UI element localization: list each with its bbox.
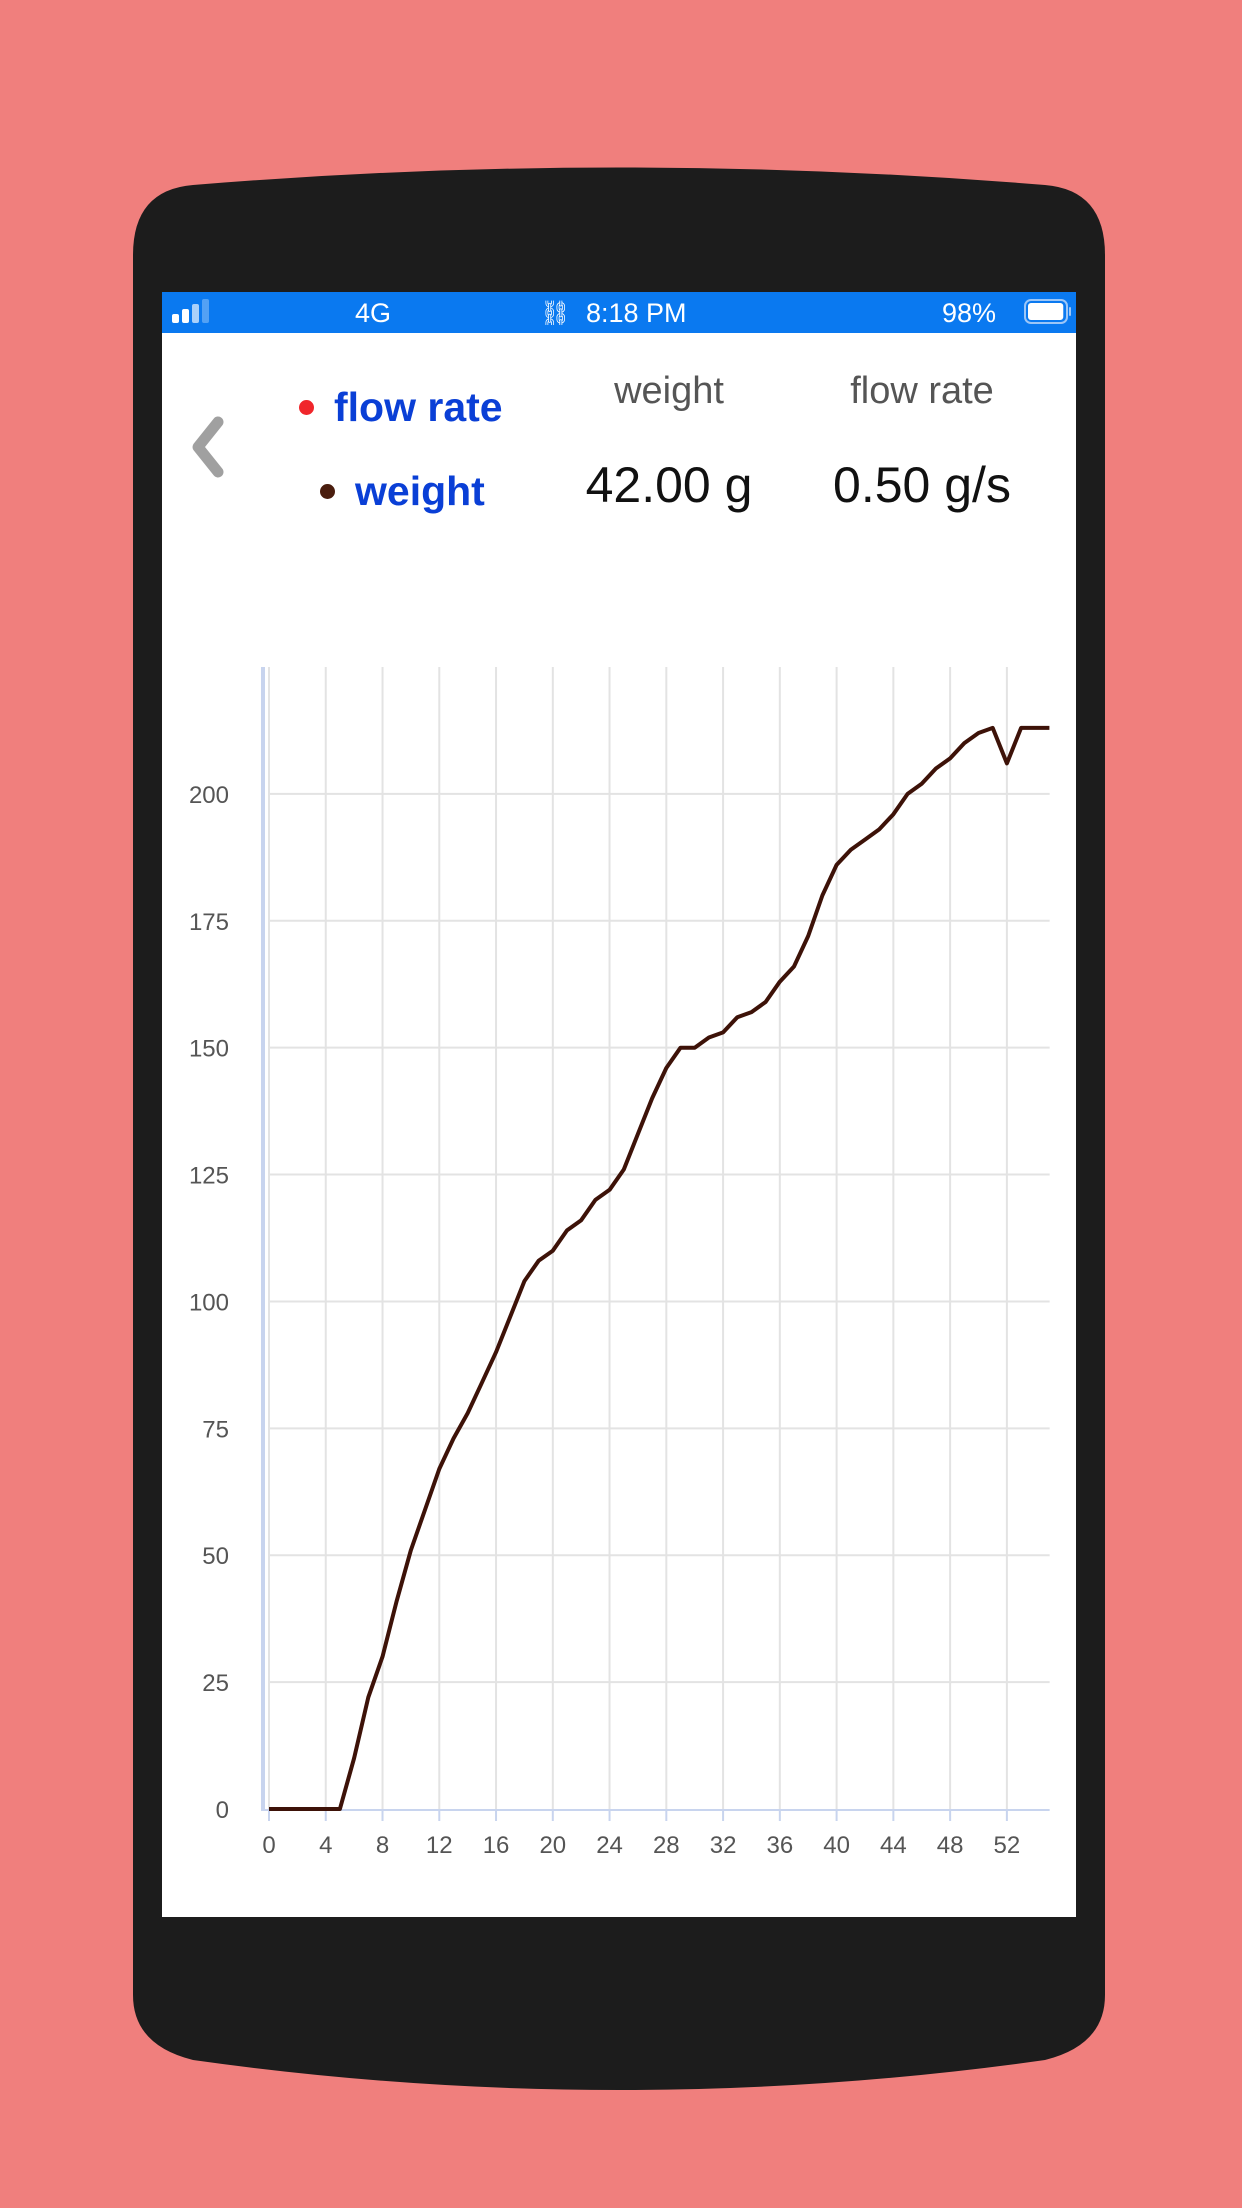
x-tick-label: 44 — [880, 1832, 907, 1859]
x-tick-label: 40 — [823, 1832, 850, 1859]
x-tick-label: 24 — [596, 1832, 623, 1859]
x-tick-label: 28 — [653, 1832, 680, 1859]
y-tick-label: 150 — [189, 1036, 229, 1063]
x-tick-label: 36 — [766, 1832, 793, 1859]
y-tick-label: 50 — [202, 1543, 229, 1570]
x-tick-label: 48 — [937, 1832, 964, 1859]
x-tick-label: 8 — [376, 1832, 389, 1859]
y-tick-label: 175 — [189, 909, 229, 936]
y-tick-label: 125 — [189, 1163, 229, 1190]
x-tick-label: 20 — [539, 1832, 566, 1859]
y-tick-label: 25 — [202, 1670, 229, 1697]
y-tick-label: 0 — [216, 1797, 229, 1824]
x-tick-label: 32 — [710, 1832, 737, 1859]
app-screen: 4G ⛓ 8:18 PM 98% flow rate weight weight… — [162, 292, 1076, 1917]
x-tick-label: 0 — [262, 1832, 275, 1859]
weight-chart: 02550751001251501752000 4 8 12 16 20 24 28 32 36 4… — [189, 667, 1050, 1859]
y-tick-label: 200 — [189, 782, 229, 809]
x-tick-label: 12 — [426, 1832, 453, 1859]
y-tick-label: 75 — [202, 1416, 229, 1443]
x-tick-label: 4 — [319, 1832, 332, 1859]
y-tick-label: 100 — [189, 1289, 229, 1316]
series-line-weight — [269, 725, 1050, 1811]
x-tick-label: 16 — [483, 1832, 510, 1859]
x-tick-label: 52 — [994, 1832, 1021, 1859]
